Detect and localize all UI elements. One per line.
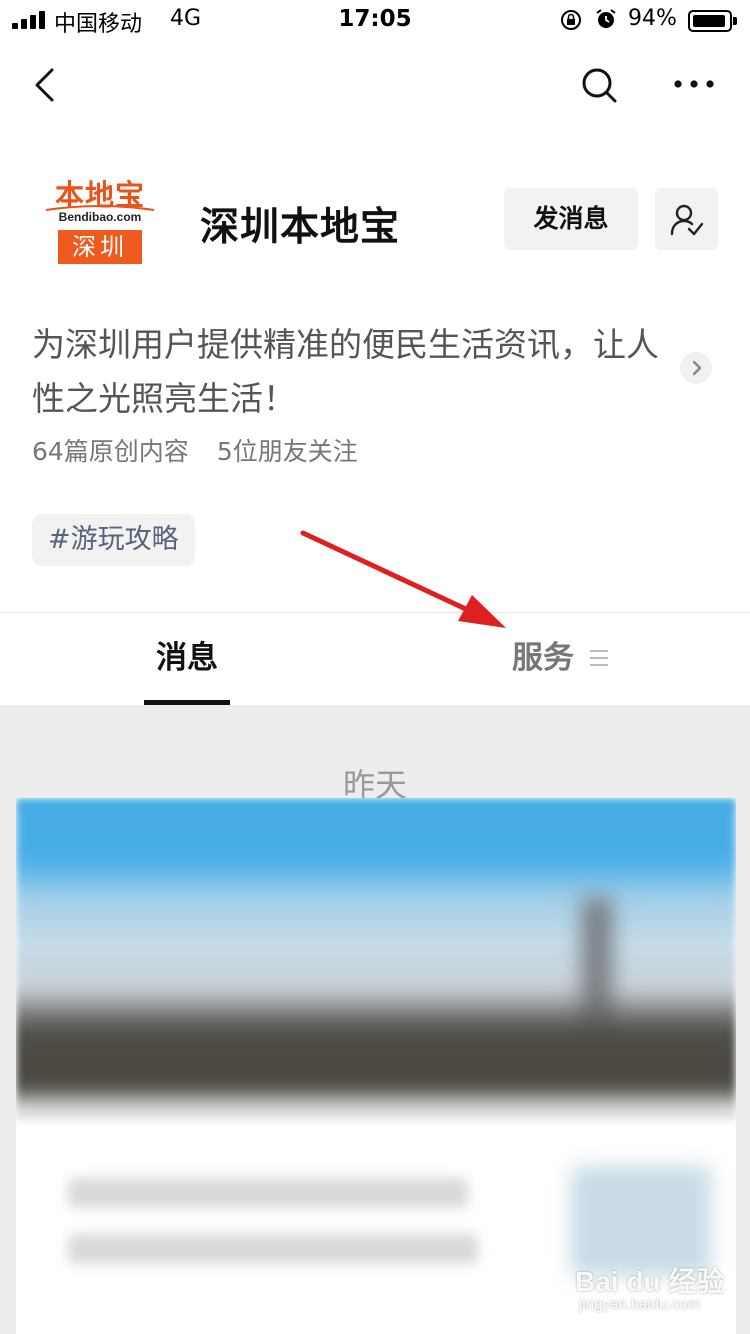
- menu-lines-icon: [590, 650, 610, 668]
- search-button[interactable]: [572, 58, 626, 112]
- topic-tag[interactable]: #游玩攻略: [32, 514, 195, 566]
- original-count: 64篇原创内容: [32, 437, 189, 466]
- profile-header: 中国移动 4G 17:05 94% 本地宝 Bendibao.com 深圳 深圳…: [0, 0, 750, 705]
- active-tab-indicator: [144, 700, 230, 705]
- logo-domain: Bendibao.com: [58, 210, 142, 224]
- divider: [0, 612, 750, 613]
- orientation-lock-icon: [561, 10, 581, 30]
- battery-level: [693, 15, 725, 27]
- description-expand-button[interactable]: [680, 352, 712, 384]
- status-bar: 中国移动 4G 17:05 94%: [0, 0, 750, 40]
- blurred-title-line: [68, 1234, 478, 1264]
- account-logo: 本地宝 Bendibao.com 深圳: [40, 172, 160, 266]
- search-icon: [582, 68, 617, 103]
- account-name: 深圳本地宝: [200, 205, 401, 250]
- battery-icon: [688, 10, 738, 32]
- alarm-icon: [596, 9, 616, 28]
- watermark: Bai du 经验 jingyan.baidu.com: [575, 1260, 735, 1320]
- more-dots-icon: [674, 80, 714, 88]
- chevron-right-icon: [692, 360, 702, 376]
- follow-button[interactable]: [655, 188, 718, 250]
- watermark-main: Bai du 经验: [575, 1266, 725, 1297]
- article-card[interactable]: [16, 798, 736, 1334]
- user-check-icon: [670, 204, 704, 236]
- friends-following[interactable]: 5位朋友关注: [217, 437, 358, 466]
- battery-percent: 94%: [628, 6, 677, 31]
- account-description[interactable]: 为深圳用户提供精准的便民生活资讯，让人性之光照亮生活！: [32, 318, 672, 426]
- account-stats: 64篇原创内容 5位朋友关注: [32, 432, 386, 468]
- logo-city: 深圳: [58, 230, 142, 264]
- tab-services[interactable]: 服务: [512, 614, 574, 705]
- back-button[interactable]: [22, 58, 72, 112]
- watermark-sub: jingyan.baidu.com: [579, 1296, 700, 1313]
- more-button[interactable]: [665, 58, 725, 112]
- article-cover-image[interactable]: [16, 798, 736, 1120]
- send-message-button[interactable]: 发消息: [504, 188, 638, 250]
- blurred-title-line: [68, 1178, 468, 1208]
- chevron-left-icon: [35, 68, 54, 102]
- tab-messages[interactable]: 消息: [144, 614, 230, 705]
